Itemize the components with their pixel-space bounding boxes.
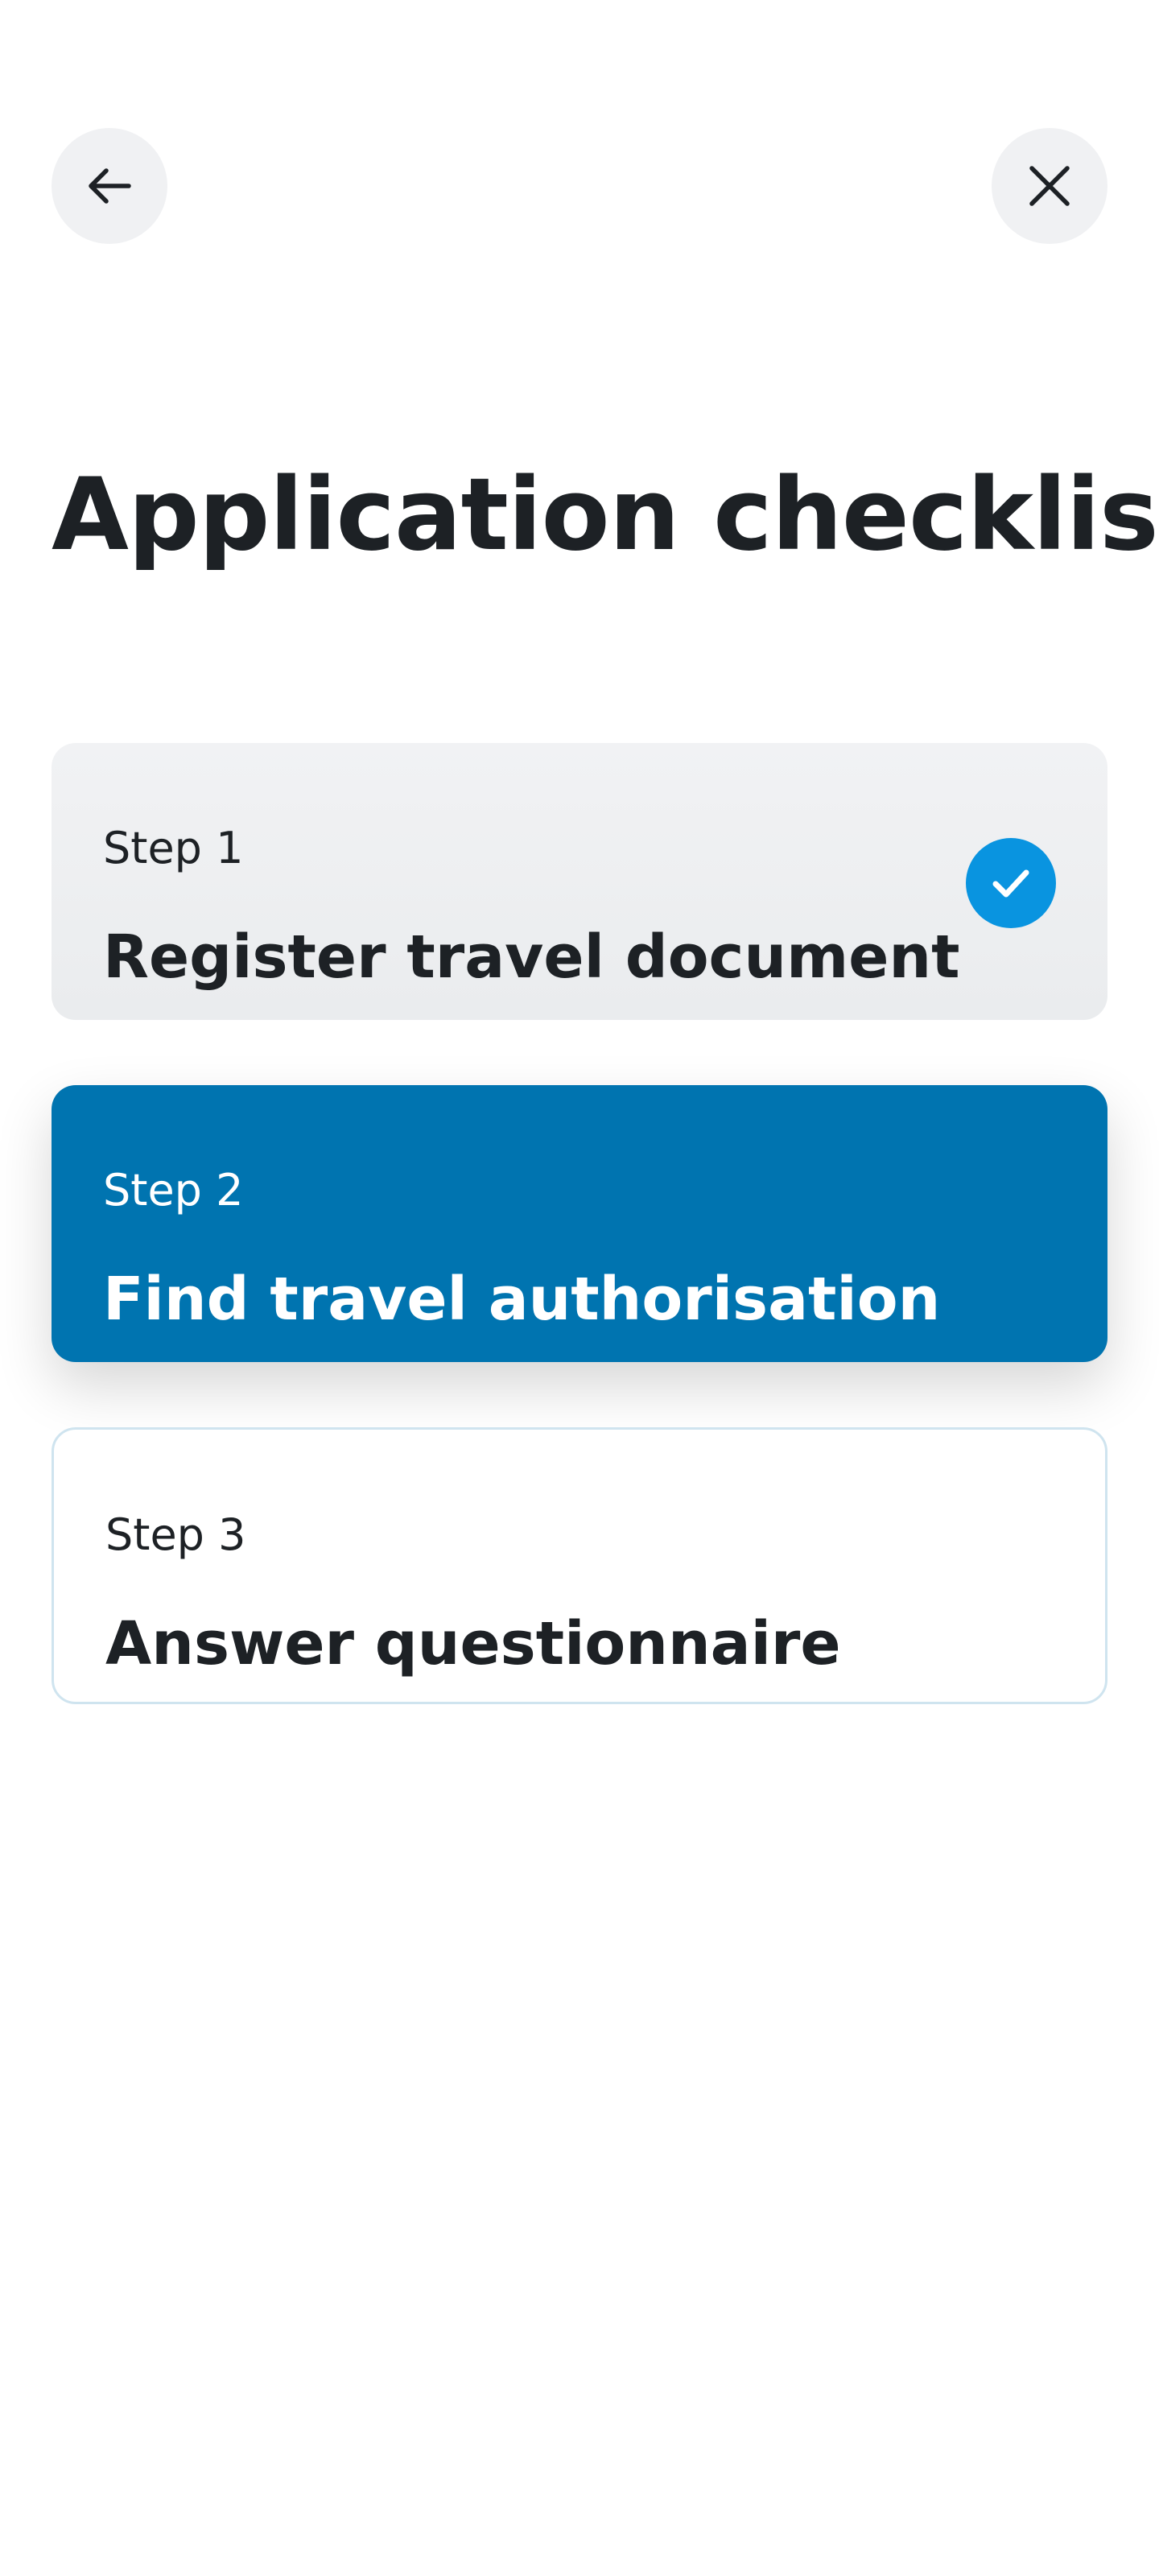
step-title: Find travel authorisation (103, 1265, 941, 1334)
page-title: Application checklist (52, 457, 1159, 573)
step-card-register-travel-document[interactable]: Step 1 Register travel document (52, 743, 1107, 1020)
close-button[interactable] (992, 128, 1107, 244)
back-button[interactable] (52, 128, 167, 244)
step-title: Register travel document (103, 923, 960, 992)
step-label: Step 1 (103, 823, 244, 873)
step-card-answer-questionnaire[interactable]: Step 3 Answer questionnaire (52, 1427, 1107, 1704)
step-label: Step 2 (103, 1165, 244, 1216)
completed-badge (966, 838, 1056, 928)
step-label: Step 3 (105, 1509, 246, 1560)
arrow-left-icon (89, 168, 131, 204)
close-icon (1029, 166, 1070, 206)
checkmark-icon (992, 869, 1029, 898)
step-title: Answer questionnaire (105, 1609, 841, 1678)
step-card-find-travel-authorisation[interactable]: Step 2 Find travel authorisation (52, 1085, 1107, 1362)
